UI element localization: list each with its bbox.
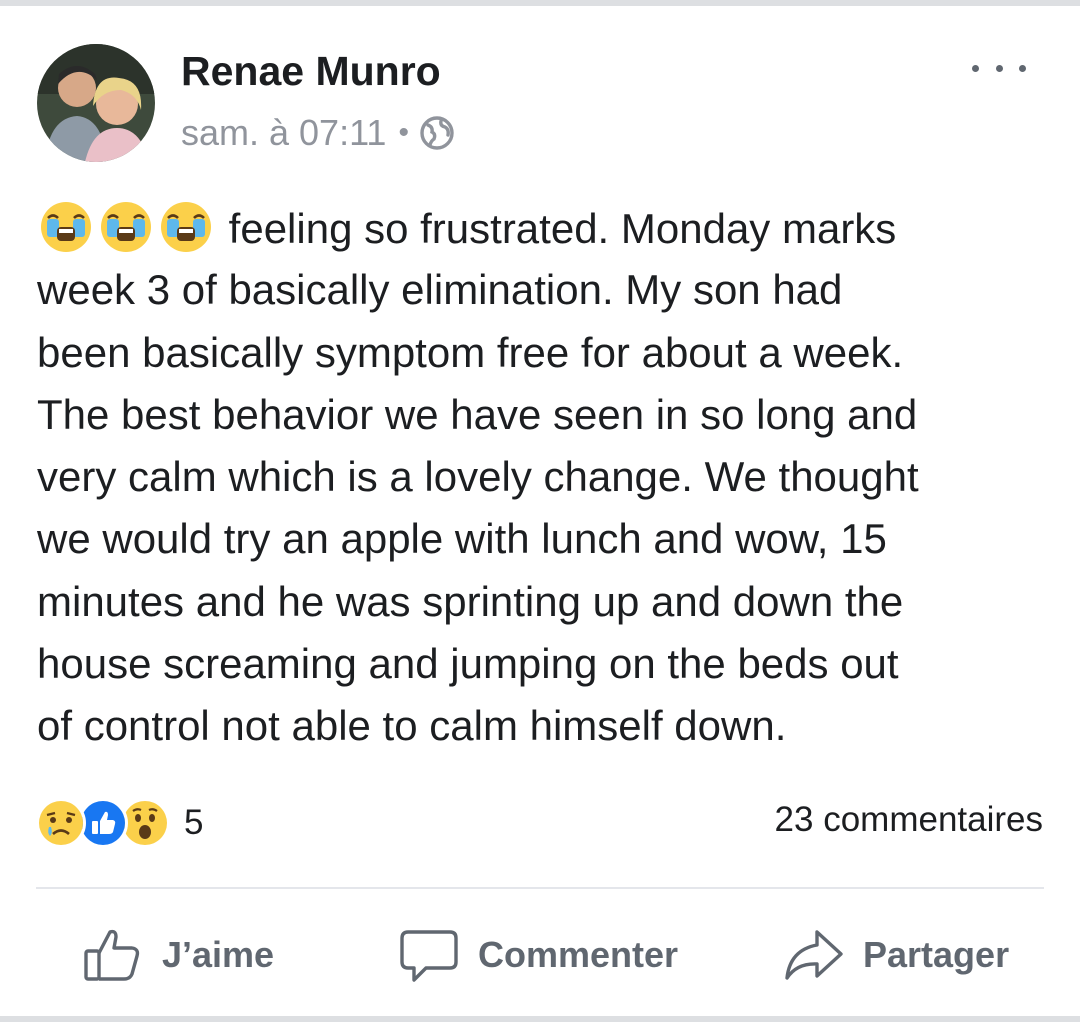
- post-text-line: we would try an apple with lunch and wow…: [37, 515, 887, 563]
- post-text-line: minutes and he was sprinting up and down…: [37, 577, 904, 625]
- post-timestamp[interactable]: sam. à 07:11: [181, 112, 386, 154]
- comment-button[interactable]: Commenter: [398, 920, 678, 990]
- post-text-line: of control not able to calm himself down…: [37, 702, 787, 750]
- reactions-summary[interactable]: 5: [36, 796, 203, 850]
- like-label: J’aime: [162, 934, 275, 975]
- globe-icon: [419, 115, 455, 151]
- like-button[interactable]: J’aime: [82, 920, 274, 990]
- thumbs-up-icon: [82, 924, 144, 986]
- divider: [36, 887, 1044, 889]
- crying-face-icon: [97, 197, 155, 255]
- post-text-line: feeling so frustrated. Monday marks: [228, 205, 897, 252]
- dot-icon: [1019, 64, 1026, 72]
- share-button[interactable]: Partager: [783, 920, 1009, 990]
- reaction-count: 5: [184, 803, 204, 842]
- top-separator: [0, 0, 1080, 6]
- comments-count-link[interactable]: 23 commentaires: [775, 800, 1043, 840]
- sad-reaction-icon: [36, 798, 86, 848]
- crying-face-icon: [37, 197, 95, 255]
- speech-bubble-icon: [398, 924, 460, 986]
- post-body: feeling so frustrated. Monday marks week…: [37, 197, 1047, 758]
- author-name[interactable]: Renae Munro: [181, 47, 441, 95]
- share-arrow-icon: [783, 924, 845, 986]
- bottom-separator: [0, 1016, 1080, 1022]
- post-meta: sam. à 07:11 •: [181, 111, 455, 155]
- share-label: Partager: [863, 934, 1010, 975]
- comment-label: Commenter: [478, 934, 679, 975]
- avatar[interactable]: [37, 44, 155, 162]
- post-text-line: The best behavior we have seen in so lon…: [37, 390, 918, 438]
- post-text-line: very calm which is a lovely change. We t…: [37, 453, 919, 501]
- post-line: feeling so frustrated. Monday marks: [37, 197, 1047, 259]
- dot-icon: [972, 64, 979, 72]
- post-text-line: week 3 of basically elimination. My son …: [37, 266, 843, 314]
- post-text-line: house screaming and jumping on the beds …: [37, 640, 899, 688]
- crying-face-icon: [157, 197, 215, 255]
- post-text-line: been basically symptom free for about a …: [37, 328, 904, 376]
- more-options-button[interactable]: [972, 52, 1026, 84]
- meta-separator: •: [398, 116, 409, 149]
- dot-icon: [995, 64, 1003, 72]
